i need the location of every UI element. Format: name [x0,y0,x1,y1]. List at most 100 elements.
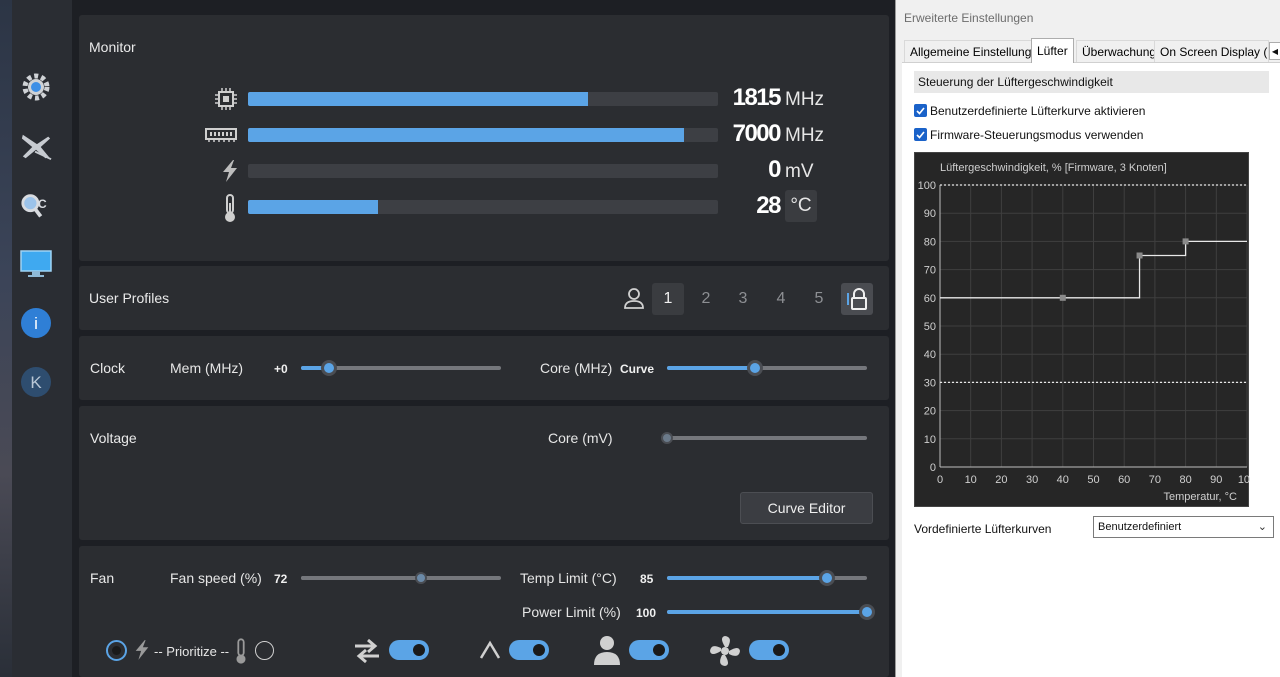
core-voltage-slider-knob[interactable] [661,432,673,444]
y-tick-label: 0 [930,462,936,474]
fan-sync-toggle[interactable] [749,640,789,660]
temp-limit-slider[interactable] [667,570,867,586]
temperature-bar-fill [248,200,379,214]
mem-clock-slider-knob[interactable] [321,360,337,376]
fan-speed-slider-fill [301,576,421,580]
sidebar: C i K [12,0,72,677]
core-voltage-slider[interactable] [661,432,867,444]
x-tick-label: 30 [1026,474,1038,486]
y-tick-label: 20 [924,406,936,418]
clock-title: Clock [90,360,126,376]
profile-button-4[interactable]: 4 [765,283,797,315]
gpu-clock-bar [248,92,718,106]
core-clock-slider-knob[interactable] [747,360,763,376]
core-clock-slider-fill [667,366,755,370]
voltage-value: 0 [768,156,781,183]
prioritize-text: -- Prioritize -- [154,644,230,659]
tab-monitoring[interactable]: Überwachung [1076,40,1163,62]
section-header: Steuerung der Lüftergeschwindigkeit [914,71,1269,93]
oc-search-icon[interactable]: C [20,190,52,222]
x-tick-label: 40 [1057,474,1069,486]
tab-general[interactable]: Allgemeine Einstellungen [904,40,1051,62]
chart-title: Lüftergeschwindigkeit, % [Firmware, 3 Kn… [940,162,1167,174]
custom-curve-checkbox[interactable] [914,104,927,117]
mem-clock-value: +0 [274,362,288,376]
core-clock-value: Curve [620,362,655,376]
y-tick-label: 60 [924,293,936,305]
fan-curve-node [1059,294,1066,301]
y-tick-label: 100 [918,180,936,192]
lock-icon [847,288,867,310]
tab-fan[interactable]: Lüfter [1031,38,1074,63]
advanced-settings-dialog: Erweiterte Einstellungen Allgemeine Eins… [895,0,1280,677]
info-glyph: i [34,314,38,333]
profile-lock-button[interactable] [841,283,873,315]
power-limit-value: 100 [636,606,657,620]
voltage-title: Voltage [90,430,137,446]
y-tick-label: 30 [924,377,936,389]
gpu-clock-value: 1815 [732,84,782,111]
fan-sync-icon [709,635,741,672]
info-icon[interactable]: i [20,307,52,339]
auto-fan-toggle[interactable] [509,640,549,660]
memory-clock-bar-fill [248,128,685,142]
profile-button-2[interactable]: 2 [690,283,722,315]
memory-icon [204,123,238,147]
power-limit-slider-knob[interactable] [859,604,875,620]
checkmark-icon [916,131,925,139]
link-toggle[interactable] [389,640,429,660]
user-k-icon[interactable]: K [20,366,52,398]
firmware-mode-label: Firmware-Steuerungsmodus verwenden [930,128,1144,142]
fan-speed-label: Fan speed (%) [170,570,262,586]
fan-curve-svg[interactable]: Lüftergeschwindigkeit, % [Firmware, 3 Kn… [915,153,1257,508]
core-clock-slider[interactable] [667,360,867,376]
profile-button-3[interactable]: 3 [727,283,759,315]
profile-button-1[interactable]: 1 [652,283,684,315]
preset-curves-select[interactable]: Benutzerdefiniert ⌄ [1093,516,1274,538]
user-define-icon [592,634,622,671]
fan-speed-slider-knob[interactable] [415,572,427,584]
custom-curve-label: Benutzerdefinierte Lüfterkurve aktiviere… [930,104,1146,118]
core-voltage-label: Core (mV) [548,430,613,446]
monitor-icon[interactable] [20,248,52,280]
power-limit-slider-fill [667,610,867,614]
gpu-clock-unit: MHz [785,89,825,110]
temperature-bar [248,200,718,214]
x-tick-label: 100 [1238,474,1250,486]
gpu-clock-bar-fill [248,92,589,106]
mem-clock-label: Mem (MHz) [170,360,244,376]
voltage-bar [248,164,718,178]
gpu-chip-icon [213,87,239,111]
gear-icon[interactable] [20,71,52,103]
y-tick-label: 40 [924,349,936,361]
core-clock-label: Core (MHz) [540,360,613,376]
memory-clock-unit: MHz [785,125,825,146]
user-define-toggle[interactable] [629,640,669,660]
firmware-mode-checkbox[interactable] [914,128,927,141]
y-tick-label: 70 [924,265,936,277]
temp-limit-label: Temp Limit (°C) [520,570,617,586]
curve-editor-button[interactable]: Curve Editor [740,492,873,524]
y-tick-label: 50 [924,321,936,333]
temperature-unit[interactable]: °C [785,190,817,222]
oc-scanner-plane-icon[interactable] [20,130,52,162]
mem-clock-slider[interactable] [301,360,501,376]
x-tick-label: 70 [1149,474,1161,486]
svg-text:C: C [38,197,47,211]
checkmark-icon [916,107,925,115]
tab-osd[interactable]: On Screen Display (OS [1154,40,1269,62]
dialog-title: Erweiterte Einstellungen [904,11,1034,25]
profile-user-icon [622,286,646,317]
fan-curve-chart[interactable]: Lüftergeschwindigkeit, % [Firmware, 3 Kn… [914,152,1257,508]
prioritize-thermometer-icon [232,636,250,671]
x-tick-label: 10 [965,474,977,486]
monitor-title: Monitor [89,39,136,55]
profile-button-5[interactable]: 5 [803,283,835,315]
fan-curve-node [1136,252,1143,259]
prioritize-temp-radio[interactable] [255,641,274,660]
temp-limit-slider-knob[interactable] [819,570,835,586]
prioritize-power-radio[interactable] [106,640,127,661]
power-limit-slider[interactable] [667,604,875,620]
fan-speed-slider[interactable] [301,572,501,584]
tab-scroll-left-icon[interactable]: ◀ [1269,42,1280,60]
